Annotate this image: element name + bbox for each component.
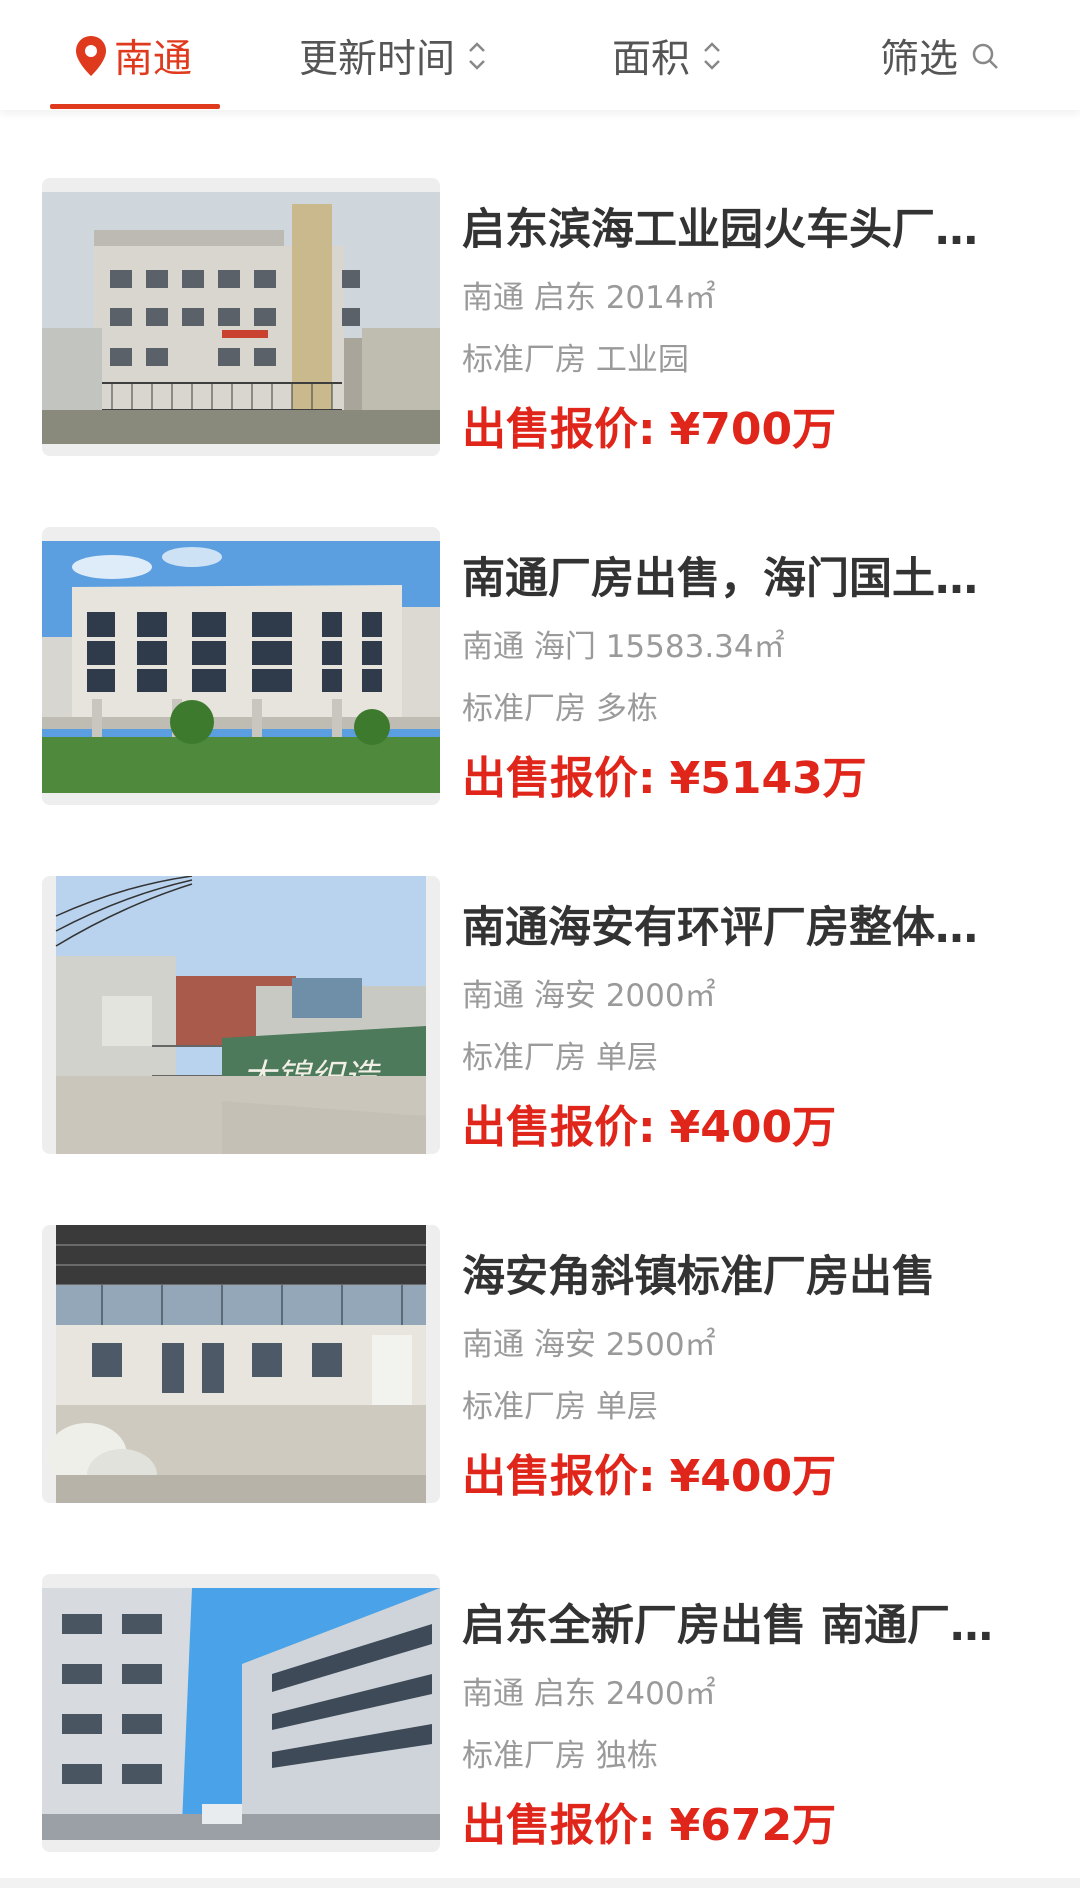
filter-bar: 南通 更新时间 面积 筛选 [0,0,1080,110]
price-value: ¥400万 [669,1102,837,1153]
listing-tags: 标准厂房 工业园 [462,342,689,378]
search-icon [972,43,998,69]
price-value: ¥672万 [669,1800,837,1851]
sort-area[interactable]: 面积 [612,28,724,84]
sort-update-time[interactable]: 更新时间 [299,28,489,84]
listing-price: 出售报价: ¥400万 [462,1098,836,1158]
listing-tags: 标准厂房 独栋 [462,1738,658,1774]
price-label: 出售报价: [462,1800,656,1851]
listing-title: 海安角斜镇标准厂房出售 [462,1252,935,1302]
listing-item[interactable]: 南通厂房出售，海门国土… 南通 海门 15583.34㎡ 标准厂房 多栋 出售报… [0,527,1080,827]
filter-label: 筛选 [880,37,959,82]
price-label: 出售报价: [462,1102,656,1153]
sort-area-label: 面积 [612,37,691,82]
listing-item[interactable]: 海安角斜镇标准厂房出售 南通 海安 2500㎡ 标准厂房 单层 出售报价: ¥40… [0,1225,1080,1525]
sort-update-time-label: 更新时间 [299,37,456,82]
price-value: ¥700万 [669,404,837,455]
sort-updown-icon [469,42,485,70]
price-label: 出售报价: [462,404,656,455]
filter-button[interactable]: 筛选 [880,28,1000,84]
price-label: 出售报价: [462,1451,656,1502]
listing-location-area: 南通 启东 2400㎡ [462,1676,716,1712]
listing-item[interactable]: 启东滨海工业园火车头厂… 南通 启东 2014㎡ 标准厂房 工业园 出售报价: ¥… [0,178,1080,478]
listing-price: 出售报价: ¥400万 [462,1447,836,1507]
listing-title: 南通海安有环评厂房整体… [462,903,978,953]
listing-tags: 标准厂房 单层 [462,1040,658,1076]
listing-location-area: 南通 海安 2500㎡ [462,1327,716,1363]
listing-location-area: 南通 海门 15583.34㎡ [462,629,785,665]
listing-price: 出售报价: ¥5143万 [462,749,867,809]
listing-item[interactable]: 启东全新厂房出售 南通厂… 南通 启东 2400㎡ 标准厂房 独栋 出售报价: ¥… [0,1574,1080,1874]
city-label: 南通 [114,37,193,82]
listing-price: 出售报价: ¥672万 [462,1796,836,1856]
price-label: 出售报价: [462,753,656,804]
bottom-edge [0,1878,1080,1888]
listing-photo [42,1574,440,1852]
listing-photo [42,178,440,456]
listing-item[interactable]: 大锦织造 南通海安有环评厂房整体… 南通 海安 2000㎡ 标准厂房 单层 出售… [0,876,1080,1176]
listing-location-area: 南通 启东 2014㎡ [462,280,716,316]
listing-tags: 标准厂房 单层 [462,1389,658,1425]
listing-title: 启东全新厂房出售 南通厂… [462,1601,993,1651]
city-selector[interactable]: 南通 [74,28,192,84]
listing-photo [42,527,440,805]
listing-tags: 标准厂房 多栋 [462,691,658,727]
active-tab-indicator [50,104,220,109]
listing-title: 启东滨海工业园火车头厂… [462,205,978,255]
listing-price: 出售报价: ¥700万 [462,400,836,460]
listing-title: 南通厂房出售，海门国土… [462,554,978,604]
listing-photo [42,1225,440,1503]
listing-photo: 大锦织造 [42,876,440,1154]
price-value: ¥5143万 [669,753,867,804]
listing-location-area: 南通 海安 2000㎡ [462,978,716,1014]
price-value: ¥400万 [669,1451,837,1502]
location-pin-icon [76,36,106,76]
sort-updown-icon [704,42,720,70]
